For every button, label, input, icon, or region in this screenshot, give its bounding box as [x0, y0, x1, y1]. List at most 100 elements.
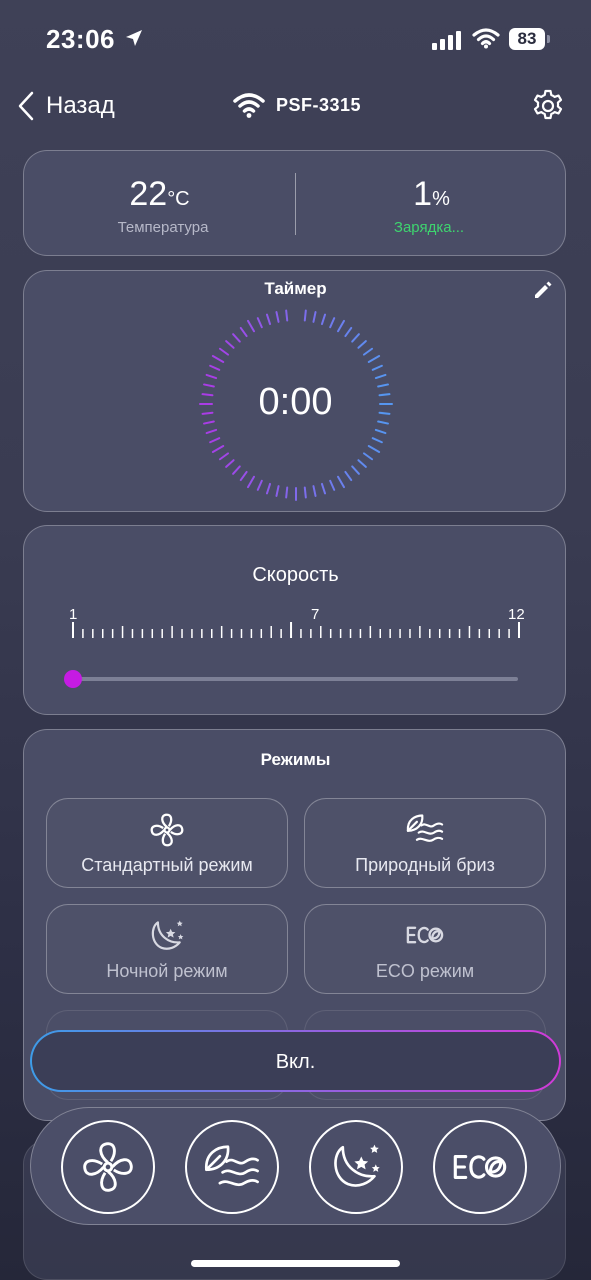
status-bar: 23:06 83	[0, 0, 591, 80]
timer-title: Таймер	[264, 279, 327, 298]
timer-value: 0:00	[258, 381, 333, 423]
mode-breeze-button[interactable]: Природный бриз	[304, 798, 546, 888]
edit-pencil-icon[interactable]	[532, 279, 554, 301]
timer-dial-tick	[337, 319, 345, 333]
leaf-waves-icon	[406, 814, 444, 842]
battery-value: 1%	[413, 175, 450, 213]
location-arrow-icon	[126, 30, 142, 46]
timer-dial-tick	[285, 309, 289, 322]
speed-slider-thumb[interactable]	[64, 670, 82, 688]
mode-dock	[30, 1107, 561, 1225]
speed-slider-track[interactable]	[72, 677, 518, 681]
timer-dial-tick	[256, 317, 263, 329]
speed-title: Скорость	[252, 564, 339, 586]
back-button[interactable]: Назад	[18, 88, 138, 124]
timer-dial-tick	[374, 373, 387, 380]
timer-dial-tick	[329, 317, 336, 329]
timer-dial-tick	[211, 355, 225, 363]
timer-dial-tick	[362, 347, 374, 356]
timer-dial-tick	[218, 347, 230, 356]
fan-icon	[83, 1142, 133, 1192]
dock-fan-button[interactable]	[61, 1120, 155, 1214]
leaf-waves-icon	[205, 1145, 259, 1187]
speed-ruler	[72, 622, 520, 638]
timer-dial-tick	[239, 470, 248, 482]
temperature-value: 22°C	[129, 175, 190, 213]
timer-dial-tick	[275, 485, 280, 497]
modes-title: Режимы	[260, 750, 331, 769]
timer-dial-tick	[320, 482, 327, 495]
home-indicator	[191, 1260, 400, 1267]
wifi-icon	[233, 93, 265, 118]
timer-dial-tick	[303, 309, 307, 322]
device-name: PSF-3315	[276, 94, 362, 115]
mode-standard-label: Стандартный режим	[81, 855, 253, 875]
timer-dial-tick	[303, 486, 307, 499]
dock-night-button[interactable]	[309, 1120, 403, 1214]
timer-dial-tick	[362, 452, 374, 461]
mode-night-label: Ночной режим	[106, 961, 228, 981]
chevron-left-icon	[18, 91, 34, 121]
timer-dial-tick	[351, 333, 360, 343]
back-label: Назад	[46, 92, 115, 119]
cellular-signal-icon	[432, 31, 461, 50]
timer-dial-tick	[209, 364, 221, 371]
settings-gear-icon[interactable]	[530, 88, 566, 124]
speed-card: Скорость 1 7 12	[23, 525, 566, 715]
wifi-status-icon	[472, 28, 500, 49]
timer-dial-tick	[374, 428, 387, 435]
mode-eco-label: ECO режим	[375, 961, 475, 981]
timer-dial-tick	[337, 475, 345, 489]
timer-dial-tick	[312, 485, 317, 497]
info-card: 22°C Температура 1% Зарядка...	[23, 150, 566, 256]
mode-standard-button[interactable]: Стандартный режим	[46, 798, 288, 888]
timer-dial-tick	[285, 486, 289, 499]
mode-night-button[interactable]: Ночной режим	[46, 904, 288, 994]
timer-dial-tick	[247, 475, 255, 489]
timer-dial-tick	[344, 470, 353, 482]
charging-status: Зарядка...	[393, 219, 465, 236]
timer-dial-tick	[357, 459, 367, 468]
timer-dial-tick	[218, 452, 230, 461]
mode-breeze-label: Природный бриз	[355, 855, 495, 875]
timer-dial-tick	[225, 459, 235, 468]
timer-dial-tick	[256, 479, 263, 491]
timer-dial-tick	[205, 428, 218, 435]
timer-dial-tick	[211, 445, 225, 453]
timer-dial-tick	[351, 465, 360, 475]
battery-tip	[547, 35, 550, 43]
mode-eco-button[interactable]: ECO режим	[304, 904, 546, 994]
timer-dial-tick	[367, 355, 381, 363]
timer-dial-tick	[232, 333, 241, 343]
timer-dial-tick	[367, 445, 381, 453]
timer-dial-tick	[344, 326, 353, 338]
timer-dial-tick	[312, 311, 317, 323]
eco-icon	[453, 1155, 507, 1179]
power-on-button[interactable]: Вкл.	[30, 1030, 561, 1092]
timer-dial-tick	[247, 319, 255, 333]
moon-stars-icon	[151, 920, 184, 950]
status-time: 23:06	[46, 24, 115, 54]
timer-dial-tick	[265, 313, 272, 326]
timer-dial-tick	[209, 437, 221, 444]
battery-indicator: 83	[509, 28, 545, 50]
dock-breeze-button[interactable]	[185, 1120, 279, 1214]
timer-dial-tick	[371, 437, 383, 444]
timer-dial-tick	[357, 340, 367, 349]
timer-dial-tick	[225, 340, 235, 349]
timer-card[interactable]: Таймер 0:00	[23, 270, 566, 512]
dock-eco-button[interactable]	[433, 1120, 527, 1214]
timer-dial-tick	[320, 313, 327, 326]
power-on-label: Вкл.	[275, 1051, 316, 1073]
eco-icon	[406, 926, 444, 944]
timer-dial-tick	[232, 465, 241, 475]
device-title: PSF-3315	[232, 88, 361, 122]
temperature-label: Температура	[117, 219, 209, 236]
timer-dial-tick	[329, 479, 336, 491]
timer-dial-tick	[371, 364, 383, 371]
timer-dial-tick	[205, 373, 218, 380]
timer-dial-tick	[239, 326, 248, 338]
timer-dial-tick	[265, 482, 272, 495]
fan-icon	[150, 813, 184, 847]
timer-dial-tick	[275, 311, 280, 323]
